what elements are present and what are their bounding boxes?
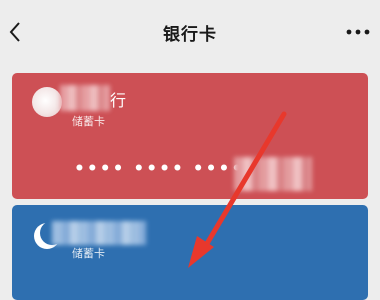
card-number-masked: •••• •••• •••• [74, 159, 245, 179]
bank-name: 行 [110, 91, 127, 110]
card-type-label: 储蓄卡 [72, 115, 105, 128]
bank-card-savings-blue[interactable]: 储蓄卡 [12, 205, 368, 300]
bank-name-redacted [60, 85, 110, 111]
bank-logo-icon [32, 87, 62, 117]
card-type-label: 储蓄卡 [72, 247, 105, 260]
card-number-tail-redacted [234, 157, 312, 191]
bank-card-savings-red[interactable]: 行 储蓄卡 •••• •••• •••• [12, 73, 368, 199]
page-title: 银行卡 [163, 25, 217, 45]
bank-name-redacted [52, 221, 146, 245]
more-button[interactable] [344, 22, 372, 42]
more-dots-icon [346, 29, 370, 35]
navigation-bar: 银行卡 [0, 0, 380, 62]
